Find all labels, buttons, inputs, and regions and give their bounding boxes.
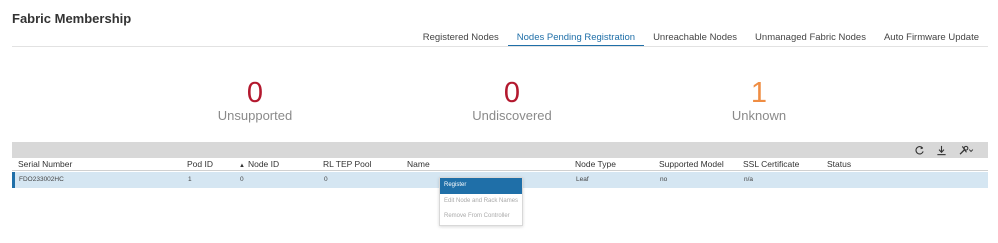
- col-supported-model[interactable]: Supported Model: [659, 159, 724, 169]
- col-node-id[interactable]: ▲ Node ID: [239, 159, 279, 169]
- stat-unknown-label: Unknown: [731, 108, 787, 123]
- cell-node-type: Leaf: [576, 176, 589, 183]
- stat-undiscovered-label: Undiscovered: [472, 108, 552, 123]
- col-serial-number[interactable]: Serial Number: [18, 159, 72, 169]
- page-title: Fabric Membership: [12, 11, 132, 26]
- cell-supported-model: no: [660, 176, 668, 183]
- refresh-icon[interactable]: [912, 143, 926, 157]
- grid-tools: [912, 143, 976, 157]
- tab-unmanaged-fabric-nodes[interactable]: Unmanaged Fabric Nodes: [746, 33, 875, 47]
- download-icon[interactable]: [934, 143, 948, 157]
- col-node-type[interactable]: Node Type: [575, 159, 616, 169]
- tab-bar: Registered Nodes Nodes Pending Registrat…: [414, 33, 988, 47]
- grid-toolbar: [12, 142, 988, 158]
- tab-registered-nodes[interactable]: Registered Nodes: [414, 33, 508, 47]
- stat-unsupported-label: Unsupported: [217, 108, 293, 123]
- stat-undiscovered: 0 Undiscovered: [432, 78, 592, 123]
- menu-item-edit-node-and-rack-names[interactable]: Edit Node and Rack Names: [440, 194, 522, 210]
- col-node-id-label: Node ID: [247, 159, 280, 169]
- menu-item-register[interactable]: Register: [440, 178, 522, 194]
- table-header: Serial Number Pod ID ▲ Node ID RL TEP Poo…: [12, 158, 988, 171]
- tabs-divider: [12, 46, 988, 47]
- col-ssl-certificate[interactable]: SSL Certificate: [743, 159, 799, 169]
- col-name[interactable]: Name: [407, 159, 430, 169]
- tab-auto-firmware-update[interactable]: Auto Firmware Update: [875, 33, 988, 47]
- cell-serial-number: FDO233002HC: [19, 176, 64, 183]
- cell-rl-tep-pool: 0: [324, 176, 328, 183]
- cell-node-id: 0: [240, 176, 244, 183]
- stat-unknown: 1 Unknown: [679, 78, 839, 123]
- stat-unknown-value: 1: [750, 77, 768, 109]
- col-status[interactable]: Status: [827, 159, 851, 169]
- stat-unsupported-value: 0: [246, 77, 264, 109]
- tab-unreachable-nodes[interactable]: Unreachable Nodes: [644, 33, 746, 47]
- tab-nodes-pending-registration[interactable]: Nodes Pending Registration: [507, 33, 645, 47]
- menu-item-remove-from-controller[interactable]: Remove From Controller: [440, 209, 522, 225]
- stat-undiscovered-value: 0: [503, 77, 521, 109]
- cell-ssl-certificate: n/a: [744, 176, 754, 183]
- stat-unsupported: 0 Unsupported: [175, 78, 335, 123]
- page-frame: Fabric Membership Registered Nodes Nodes…: [2, 2, 996, 241]
- col-pod-id[interactable]: Pod ID: [187, 159, 213, 169]
- sort-ascending-icon: ▲: [239, 163, 245, 169]
- tools-icon[interactable]: [956, 143, 976, 157]
- row-context-menu: Register Edit Node and Rack Names Remove…: [439, 177, 523, 226]
- col-rl-tep-pool[interactable]: RL TEP Pool: [323, 159, 372, 169]
- cell-pod-id: 1: [188, 176, 192, 183]
